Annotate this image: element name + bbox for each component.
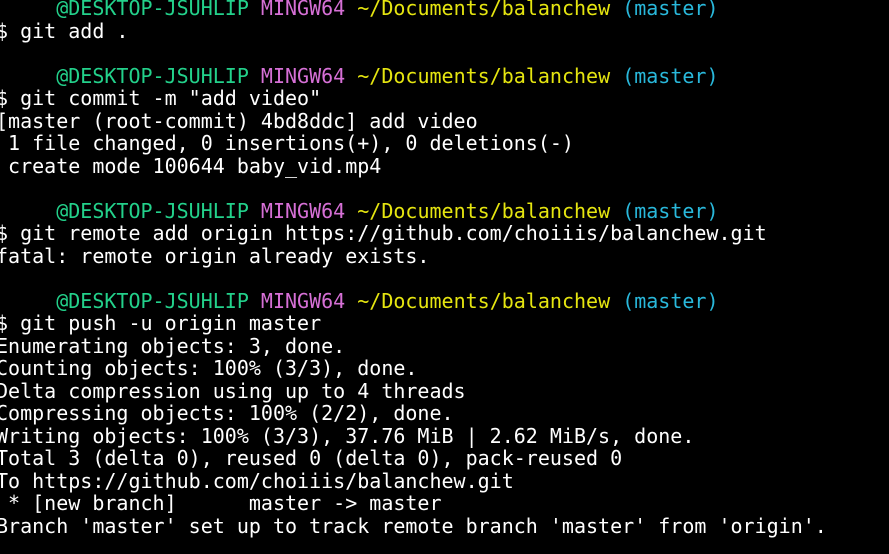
line-text [0,289,56,313]
terminal-line: Writing objects: 100% (3/3), 37.76 MiB |… [0,423,889,448]
prompt-branch: (master) [622,198,719,223]
line-text: Delta compression using up to 4 threads [0,378,466,403]
prompt-shell-name: MINGW64 [260,0,346,20]
terminal-line: @DESKTOP-JSUHLIP MINGW64 ~/Documents/bal… [0,63,889,88]
line-text [345,0,357,20]
line-text: $ git commit -m "add video" [0,86,322,110]
terminal-line: @DESKTOP-JSUHLIP MINGW64 ~/Documents/bal… [0,288,889,313]
terminal-line: $ git commit -m "add video" [0,87,889,110]
line-text: Compressing objects: 100% (2/2), done. [0,401,454,425]
line-text: To https://github.com/choiiis/balanchew.… [0,468,514,493]
line-text: Branch 'master' set up to track remote b… [0,513,827,538]
line-text [0,0,56,20]
terminal-line: Counting objects: 100% (3/3), done. [0,357,889,380]
prompt-branch: (master) [622,288,719,313]
prompt-user-host: @DESKTOP-JSUHLIP [56,288,249,313]
terminal-line: * [new branch] master -> master [0,492,889,515]
line-text: Writing objects: 100% (3/3), 37.76 MiB |… [0,423,695,448]
prompt-path: ~/Documents/balanchew [357,0,611,20]
terminal-line: $ git add . [0,18,889,43]
terminal-line: create mode 100644 baby_vid.mp4 [0,153,889,178]
terminal-line: Compressing objects: 100% (2/2), done. [0,402,889,425]
terminal-line: [master (root-commit) 4bd8ddc] add video [0,108,889,133]
prompt-path: ~/Documents/balanchew [357,288,611,313]
prompt-branch: (master) [622,63,719,88]
prompt-user-host: @DESKTOP-JSUHLIP [56,0,249,20]
terminal-line: To https://github.com/choiiis/balanchew.… [0,468,889,493]
terminal-output[interactable]: @DESKTOP-JSUHLIP MINGW64 ~/Documents/bal… [0,0,889,537]
line-text [345,289,357,313]
prompt-shell-name: MINGW64 [260,288,346,313]
prompt-shell-name: MINGW64 [260,63,346,88]
terminal-line: Branch 'master' set up to track remote b… [0,513,889,538]
line-text [345,64,357,88]
line-text: fatal: remote origin already exists. [0,243,430,268]
line-text [610,64,622,88]
terminal-line: $ git remote add origin https://github.c… [0,222,889,245]
terminal-line: $ git push -u origin master [0,312,889,335]
line-text [610,289,622,313]
terminal-line: fatal: remote origin already exists. [0,243,889,268]
line-text: Total 3 (delta 0), reused 0 (delta 0), p… [0,446,623,470]
line-text [345,199,357,223]
prompt-user-host: @DESKTOP-JSUHLIP [56,63,249,88]
line-text: create mode 100644 baby_vid.mp4 [0,153,382,178]
line-text: $ git remote add origin https://github.c… [0,221,767,245]
line-text [249,0,261,20]
prompt-path: ~/Documents/balanchew [357,63,611,88]
line-text: * [new branch] master -> master [0,491,442,515]
terminal-line: Enumerating objects: 3, done. [0,333,889,358]
line-text: [master (root-commit) 4bd8ddc] add video [0,108,478,133]
line-text [610,199,622,223]
line-text: Counting objects: 100% (3/3), done. [0,356,418,380]
line-text [0,199,56,223]
prompt-user-host: @DESKTOP-JSUHLIP [56,198,249,223]
line-text: 1 file changed, 0 insertions(+), 0 delet… [0,131,574,155]
line-text [249,199,261,223]
prompt-shell-name: MINGW64 [260,198,346,223]
line-text: Enumerating objects: 3, done. [0,333,346,358]
terminal-line: Total 3 (delta 0), reused 0 (delta 0), p… [0,447,889,470]
line-text: $ git push -u origin master [0,311,322,335]
terminal-line: @DESKTOP-JSUHLIP MINGW64 ~/Documents/bal… [0,198,889,223]
line-text: $ git add . [0,18,129,43]
terminal-line: 1 file changed, 0 insertions(+), 0 delet… [0,132,889,155]
line-text [249,289,261,313]
terminal-line: @DESKTOP-JSUHLIP MINGW64 ~/Documents/bal… [0,0,889,20]
prompt-branch: (master) [622,0,719,20]
prompt-path: ~/Documents/balanchew [357,198,611,223]
line-text [249,64,261,88]
terminal-line: Delta compression using up to 4 threads [0,378,889,403]
line-text [0,64,56,88]
line-text [610,0,622,20]
